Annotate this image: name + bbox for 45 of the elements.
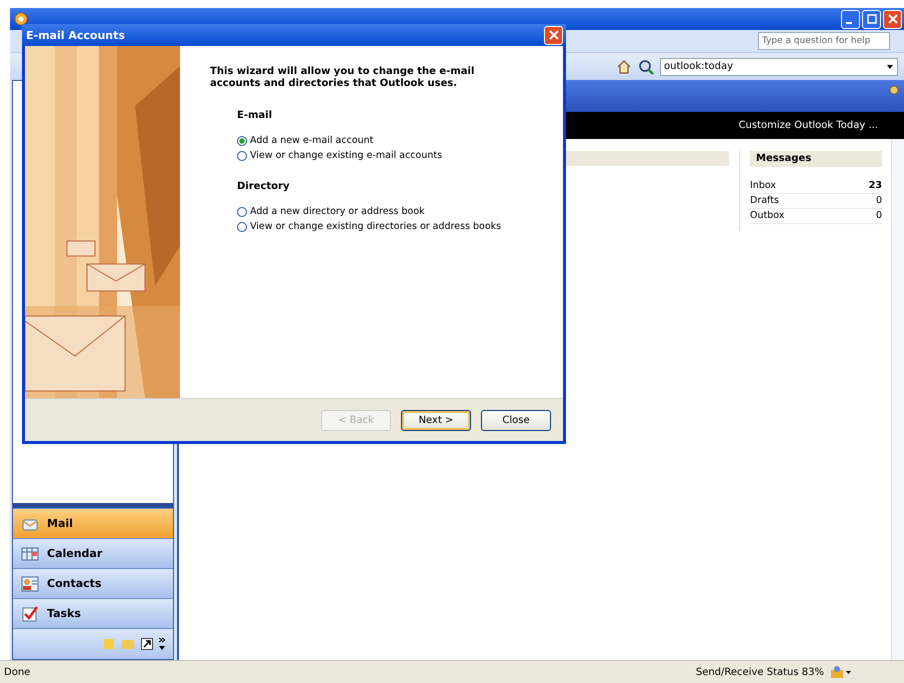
wizard-description: This wizard will allow you to change the e-mail accounts and directories that Outlook uses. [210, 66, 476, 90]
send-receive-status: Send/Receive Status 83% [696, 666, 824, 678]
close-button[interactable] [883, 10, 902, 28]
checklist-icon [21, 604, 39, 622]
customize-link[interactable]: Customize Outlook Today ... [738, 120, 878, 131]
status-text: Done [3, 666, 30, 678]
maximize-icon [866, 14, 876, 24]
messages-header: Messages [750, 151, 882, 167]
message-count: 23 [868, 179, 882, 193]
search-icon[interactable] [638, 58, 654, 74]
message-count: 0 [876, 194, 882, 208]
home-icon[interactable] [616, 58, 632, 74]
send-receive-icon[interactable] [830, 665, 852, 679]
close-icon [548, 30, 558, 40]
help-search-field[interactable]: Type a question for help [758, 32, 890, 50]
navigation-button[interactable]: Calendar [13, 538, 173, 568]
folder-name[interactable]: Inbox [750, 179, 776, 193]
section-heading: Directory [237, 181, 290, 192]
dialog-title: E-mail Accounts [26, 28, 125, 42]
navigation-button[interactable]: Contacts [13, 568, 173, 598]
more-options-icon[interactable] [159, 637, 165, 651]
radio-option[interactable]: Add a new e-mail account [237, 135, 502, 146]
folder-name[interactable]: Outbox [750, 209, 784, 223]
close-icon [888, 14, 898, 24]
minimize-icon [846, 22, 852, 24]
dropdown-arrow-icon[interactable] [886, 62, 894, 70]
minimize-button[interactable] [841, 10, 860, 28]
radio-option[interactable]: Add a new directory or address book [237, 206, 502, 217]
radio-option[interactable]: View or change existing e-mail accounts [237, 150, 502, 161]
scrollbar[interactable] [891, 139, 904, 660]
section-heading: E-mail [237, 110, 274, 121]
close-button[interactable] [544, 26, 563, 44]
navigation-button[interactable]: Tasks [13, 598, 173, 628]
folder-name[interactable]: Drafts [750, 194, 779, 208]
calendar-icon [21, 544, 39, 562]
address-field[interactable]: outlook:today [660, 58, 898, 76]
app-icon [14, 12, 28, 26]
navigation-button[interactable]: Mail [13, 508, 173, 538]
message-count: 0 [876, 209, 882, 223]
close-button[interactable]: Close [481, 410, 551, 430]
maximize-button[interactable] [862, 10, 881, 28]
shortcut-icon[interactable] [141, 638, 153, 650]
contact-card-icon [21, 574, 39, 592]
next-button[interactable]: Next > [401, 410, 471, 430]
radio-option[interactable]: View or change existing directories or address books [237, 221, 502, 232]
